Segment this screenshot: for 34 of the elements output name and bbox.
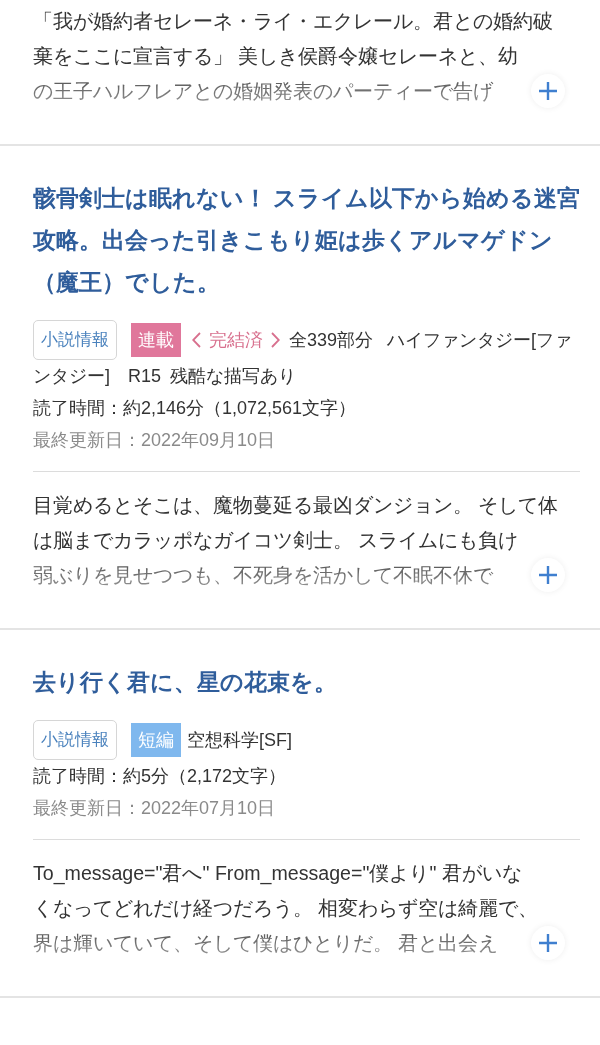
plus-icon: [538, 933, 558, 953]
synopsis-line: 界は輝いていて、そして僕はひとりだ。 君と出会え: [33, 931, 499, 956]
synopsis-line: は脳までカラッポなガイコツ剣士。 スライムにも負け: [33, 528, 519, 553]
synopsis-line: くなってどれだけ経つだろう。 相変わらず空は綺麗で、: [33, 896, 539, 921]
novel-info-button[interactable]: 小説情報: [33, 720, 117, 760]
type-tag: 連載: [131, 323, 181, 357]
plus-icon: [538, 81, 558, 101]
synopsis-line: 目覚めるとそこは、魔物蔓延る最凶ダンジョン。 そして体: [33, 493, 559, 518]
episode-count: 全339部分: [289, 329, 374, 352]
read-time-text: 読了時間：約2,146分（1,072,561文字）: [33, 397, 357, 420]
type-tag: 短編: [131, 723, 181, 757]
synopsis-line: 「我が婚約者セレーネ・ライ・エクレール。君との婚約破: [33, 9, 553, 34]
updated-date-text: 最終更新日：2022年09月10日: [33, 429, 276, 452]
synopsis-line: To_message="君へ" From_message="僕より" 君がいな: [33, 861, 522, 887]
expand-button[interactable]: [531, 74, 565, 108]
novel-title-link[interactable]: 骸骨剣士は眠れない！ スライム以下から始める迷宮攻略。出会った引きこもり姫は歩くアルマゲドン（魔王）でした。: [33, 177, 586, 303]
plus-icon: [538, 565, 558, 585]
novel-info-button[interactable]: 小説情報: [33, 320, 117, 360]
novel-title-link[interactable]: 去り行く君に、星の花束を。: [33, 661, 586, 703]
read-time-text: 読了時間：約5分（2,172文字）: [33, 765, 287, 788]
chevron-left-icon: [192, 332, 201, 348]
expand-button[interactable]: [531, 926, 565, 960]
genre-text: ハイファンタジー[ファ: [387, 329, 573, 352]
status-text: 完結済: [209, 329, 263, 352]
chevron-right-icon: [271, 332, 280, 348]
genre-text: 空想科学[SF]: [187, 729, 292, 752]
synopsis-line: 棄をここに宣言する」 美しき侯爵令嬢セレーネと、幼: [33, 44, 519, 69]
warning-text: 残酷な描写あり: [170, 365, 297, 388]
rating-text: R15: [128, 365, 162, 387]
updated-date-text: 最終更新日：2022年07月10日: [33, 797, 276, 820]
synopsis-line: の王子ハルフレアとの婚姻発表のパーティーで告げ: [33, 79, 493, 104]
expand-button[interactable]: [531, 558, 565, 592]
genre-text: ンタジー]: [33, 365, 110, 388]
synopsis-line: 弱ぶりを見せつつも、不死身を活かして不眠不休で: [33, 563, 493, 588]
